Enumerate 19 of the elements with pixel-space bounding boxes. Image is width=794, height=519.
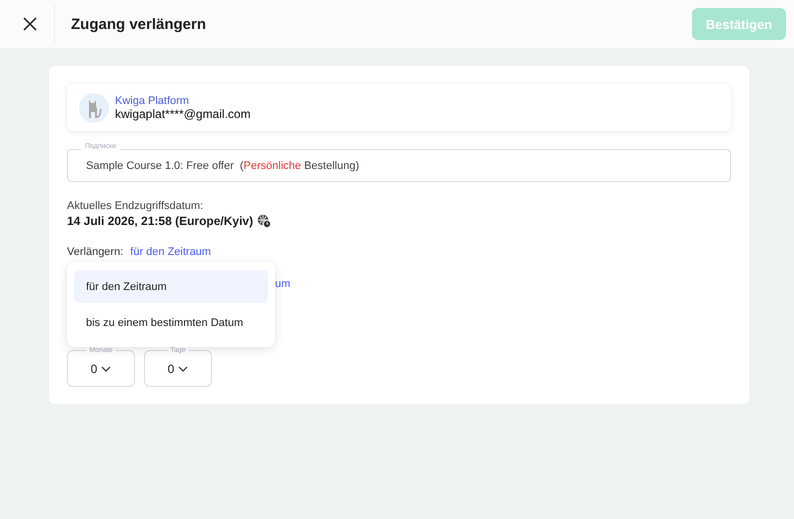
extend-label: Verlängern: [67,246,124,258]
globe-clock-icon [257,214,272,228]
subscription-field[interactable]: Sample Course 1.0: Free offer (Persönliche Bestellung) [67,149,731,182]
account-email: kwigaplat****@gmail.com [115,106,251,120]
menu-item[interactable]: bis zu einem bestimmten Datum [74,306,268,339]
cat-avatar-icon [79,92,109,122]
link-text[interactable]: um [275,278,290,290]
end-date-value: 14 Juli 2026, 21:58 (Europe/Kyiv) [67,214,254,228]
dialog-title: Zugang verlängern [71,16,208,32]
extend-mode-link[interactable]: für den Zeitraum [130,246,211,258]
chevron-down-icon [101,366,112,372]
chevron-down-icon [178,366,188,372]
end-date-label: Aktuelles Endzugriffsdatum: [67,200,204,212]
subscription-text: Sample Course 1.0: Free offer (Persönliche Bestellung) [86,160,360,172]
close-icon [22,16,38,32]
select-value: 0 [90,362,98,376]
menu-item[interactable]: für den Zeitraum [74,270,268,303]
select-value: 0 [168,362,174,376]
account-name[interactable]: Kwiga Platform [115,94,251,106]
